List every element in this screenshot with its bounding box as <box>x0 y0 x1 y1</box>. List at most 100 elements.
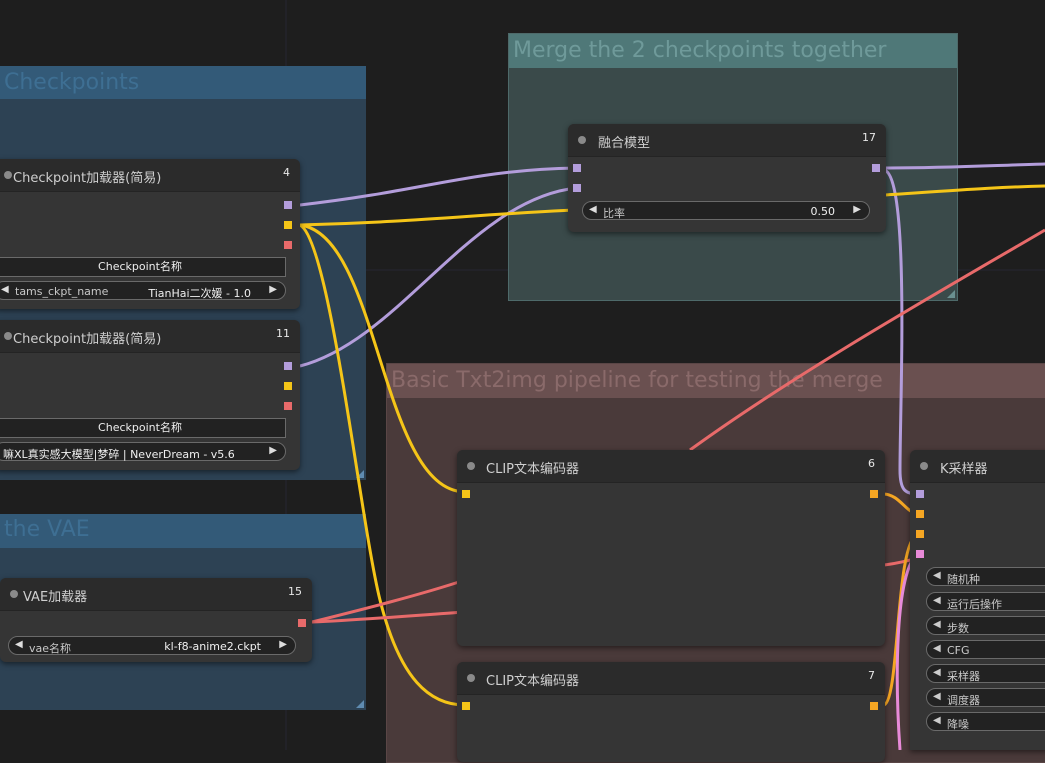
node-id: 11 <box>276 327 290 340</box>
group-title-merge[interactable]: Merge the 2 checkpoints together <box>509 34 957 68</box>
input-slot-model[interactable] <box>916 490 924 498</box>
widget-label: tams_ckpt_name <box>15 285 109 298</box>
node-title: VAE加载器 <box>23 590 88 605</box>
node-title: K采样器 <box>940 462 988 477</box>
widget-value: 0.50 <box>810 205 836 218</box>
arrow-right-icon[interactable]: ▶ <box>853 204 861 215</box>
node-title: CLIP文本编码器 <box>486 674 579 689</box>
arrow-left-icon[interactable]: ◀ <box>933 595 941 606</box>
node-header[interactable]: CLIP文本编码器 7 <box>457 662 885 695</box>
group-resize-handle[interactable] <box>356 700 364 708</box>
control-after-generate-widget[interactable]: ◀ 运行后操作 <box>926 592 1045 611</box>
group-resize-handle[interactable] <box>947 290 955 298</box>
node-vae-loader-15[interactable]: VAE加载器 15 ◀ vae名称 kl-f8-anime2.ckpt ▶ <box>0 578 312 662</box>
arrow-left-icon[interactable]: ◀ <box>589 204 597 215</box>
ckpt-name-selector[interactable]: 嘛XL真实感大模型|梦碎 | NeverDream - v5.6 ▶ <box>0 442 286 461</box>
widget-label: 随机种 <box>947 573 980 586</box>
arrow-left-icon[interactable]: ◀ <box>1 284 9 295</box>
node-header[interactable]: Checkpoint加载器(简易) 4 <box>0 159 300 192</box>
arrow-right-icon[interactable]: ▶ <box>269 445 277 456</box>
input-slot-model2[interactable] <box>573 184 581 192</box>
widget-label: vae名称 <box>29 642 72 655</box>
output-slot-model[interactable] <box>284 362 292 370</box>
input-slot-clip[interactable] <box>462 702 470 710</box>
cfg-widget[interactable]: ◀ CFG <box>926 640 1045 659</box>
output-slot-conditioning[interactable] <box>870 702 878 710</box>
group-title-vae[interactable]: the VAE <box>0 514 366 548</box>
collapse-dot-icon[interactable] <box>467 462 475 470</box>
arrow-left-icon[interactable]: ◀ <box>933 643 941 654</box>
widget-value: TianHai二次媛 - 1.0 <box>148 287 251 300</box>
node-clip-text-encode-6[interactable]: CLIP文本编码器 6 <box>457 450 885 646</box>
arrow-right-icon[interactable]: ▶ <box>279 639 287 650</box>
collapse-dot-icon[interactable] <box>10 590 18 598</box>
node-clip-text-encode-7[interactable]: CLIP文本编码器 7 <box>457 662 885 762</box>
group-title-checkpoints[interactable]: Checkpoints <box>0 66 366 99</box>
group-title-basic[interactable]: Basic Txt2img pipeline for testing the m… <box>387 364 1045 398</box>
node-id: 15 <box>288 585 302 598</box>
input-slot-clip[interactable] <box>462 490 470 498</box>
collapse-dot-icon[interactable] <box>578 136 586 144</box>
node-model-merge-17[interactable]: 融合模型 17 ◀ 比率 0.50 ▶ <box>568 124 886 232</box>
widget-label: 调度器 <box>947 694 980 707</box>
node-checkpoint-loader-11[interactable]: Checkpoint加载器(简易) 11 Checkpoint名称 嘛XL真实感… <box>0 320 300 470</box>
node-id: 6 <box>868 457 875 470</box>
output-slot-clip[interactable] <box>284 221 292 229</box>
node-header[interactable]: CLIP文本编码器 6 <box>457 450 885 483</box>
seed-widget[interactable]: ◀ 随机种 <box>926 567 1045 586</box>
ckpt-name-selector[interactable]: ◀ tams_ckpt_name TianHai二次媛 - 1.0 ▶ <box>0 281 286 300</box>
node-header[interactable]: VAE加载器 15 <box>0 578 312 611</box>
collapse-dot-icon[interactable] <box>467 674 475 682</box>
output-slot-clip[interactable] <box>284 382 292 390</box>
steps-widget[interactable]: ◀ 步数 <box>926 616 1045 635</box>
node-title: CLIP文本编码器 <box>486 462 579 477</box>
arrow-left-icon[interactable]: ◀ <box>933 619 941 630</box>
input-slot-model1[interactable] <box>573 164 581 172</box>
node-ksampler[interactable]: K采样器 ◀ 随机种 ◀ 运行后操作 ◀ 步数 ◀ CFG ◀ 采样器 ◀ 调度… <box>910 450 1045 750</box>
output-slot-conditioning[interactable] <box>870 490 878 498</box>
widget-label: CFG <box>947 644 970 657</box>
widget-value: kl-f8-anime2.ckpt <box>164 640 261 653</box>
node-title: 融合模型 <box>598 136 651 151</box>
collapse-dot-icon[interactable] <box>4 171 12 179</box>
ratio-slider[interactable]: ◀ 比率 0.50 ▶ <box>582 201 870 220</box>
node-header[interactable]: Checkpoint加载器(简易) 11 <box>0 320 300 353</box>
widget-value: 嘛XL真实感大模型|梦碎 | NeverDream - v5.6 <box>3 448 235 461</box>
checkpoint-name-button[interactable]: Checkpoint名称 <box>0 418 286 438</box>
scheduler-widget[interactable]: ◀ 调度器 <box>926 688 1045 707</box>
collapse-dot-icon[interactable] <box>920 462 928 470</box>
input-slot-negative[interactable] <box>916 530 924 538</box>
node-id: 7 <box>868 669 875 682</box>
arrow-right-icon[interactable]: ▶ <box>269 284 277 295</box>
widget-label: 运行后操作 <box>947 598 1002 611</box>
node-title: Checkpoint加载器(简易) <box>13 171 162 186</box>
node-id: 17 <box>862 131 876 144</box>
arrow-left-icon[interactable]: ◀ <box>933 691 941 702</box>
node-header[interactable]: K采样器 <box>910 450 1045 483</box>
input-slot-positive[interactable] <box>916 510 924 518</box>
output-slot-model[interactable] <box>872 164 880 172</box>
widget-label: 降噪 <box>947 718 969 731</box>
vae-name-selector[interactable]: ◀ vae名称 kl-f8-anime2.ckpt ▶ <box>8 636 296 655</box>
output-slot-vae[interactable] <box>284 402 292 410</box>
node-id: 4 <box>283 166 290 179</box>
denoise-widget[interactable]: ◀ 降噪 <box>926 712 1045 731</box>
arrow-left-icon[interactable]: ◀ <box>933 570 941 581</box>
arrow-left-icon[interactable]: ◀ <box>933 667 941 678</box>
widget-label: 采样器 <box>947 670 980 683</box>
node-checkpoint-loader-4[interactable]: Checkpoint加载器(简易) 4 Checkpoint名称 ◀ tams_… <box>0 159 300 309</box>
output-slot-vae[interactable] <box>298 619 306 627</box>
checkpoint-name-button[interactable]: Checkpoint名称 <box>0 257 286 277</box>
node-header[interactable]: 融合模型 17 <box>568 124 886 157</box>
collapse-dot-icon[interactable] <box>4 332 12 340</box>
widget-label: 比率 <box>603 207 625 220</box>
group-resize-handle[interactable] <box>356 470 364 478</box>
widget-label: 步数 <box>947 622 969 635</box>
output-slot-vae[interactable] <box>284 241 292 249</box>
node-title: Checkpoint加载器(简易) <box>13 332 162 347</box>
arrow-left-icon[interactable]: ◀ <box>15 639 23 650</box>
arrow-left-icon[interactable]: ◀ <box>933 715 941 726</box>
input-slot-latent[interactable] <box>916 550 924 558</box>
sampler-widget[interactable]: ◀ 采样器 <box>926 664 1045 683</box>
output-slot-model[interactable] <box>284 201 292 209</box>
